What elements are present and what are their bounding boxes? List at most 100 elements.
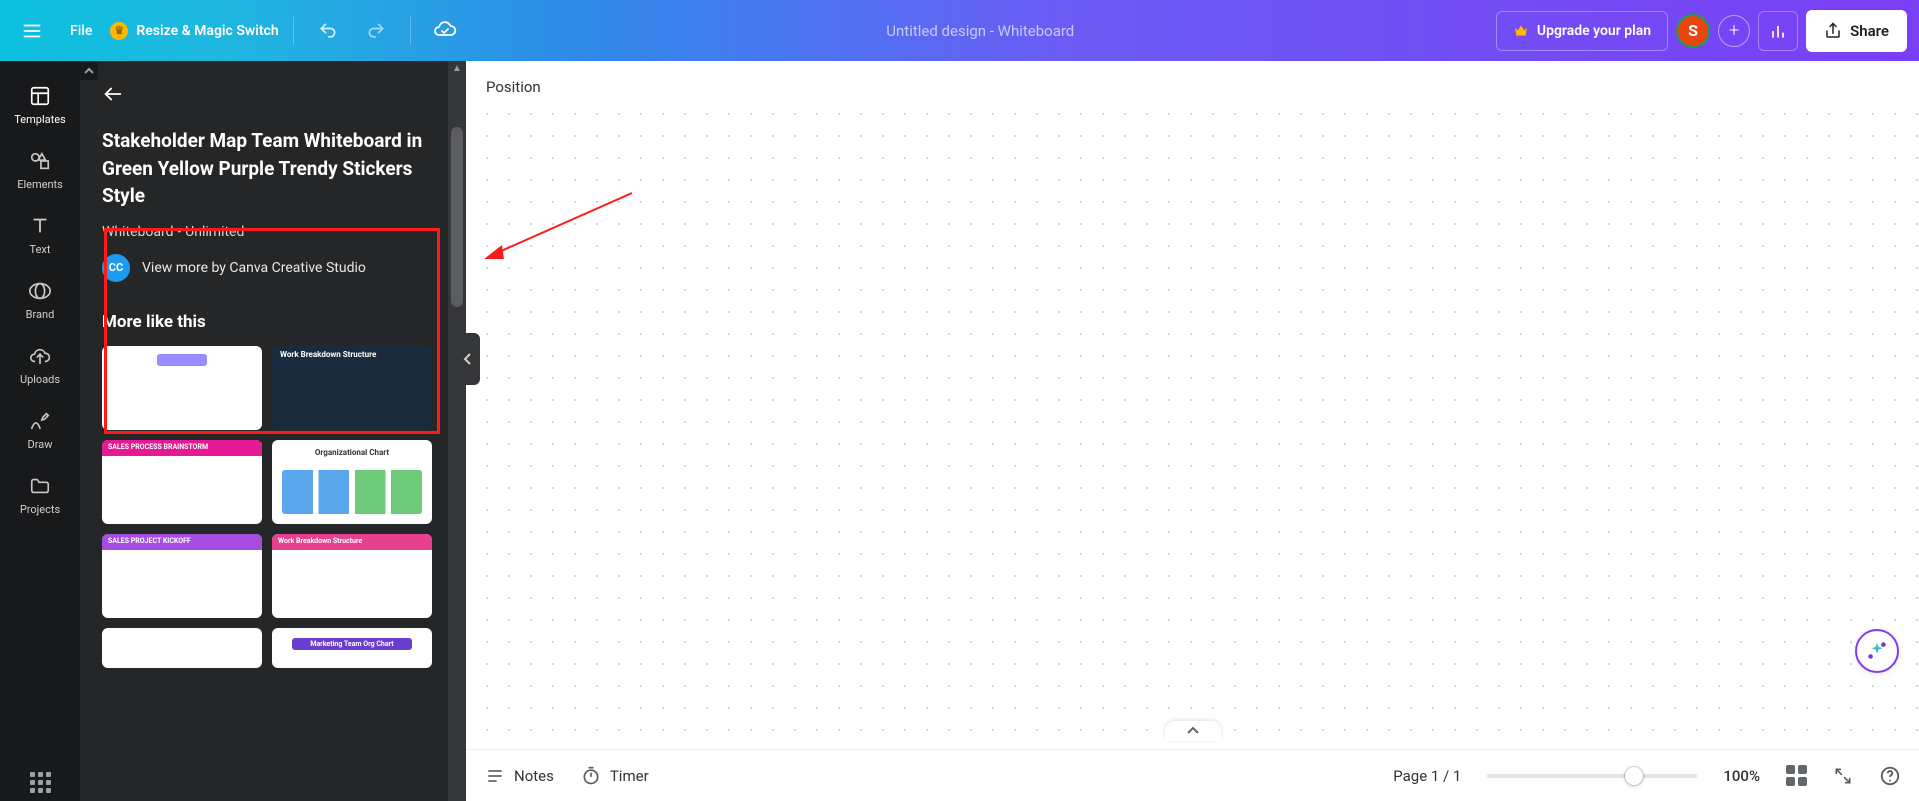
chevron-up-icon: [1186, 726, 1200, 736]
template-thumb[interactable]: Sitemap: [102, 346, 262, 430]
rail-item-uploads[interactable]: Uploads: [0, 333, 80, 398]
help-button[interactable]: [1879, 765, 1901, 787]
grid-icon: [1786, 765, 1807, 786]
notes-icon: [484, 765, 506, 787]
notes-label: Notes: [514, 767, 554, 785]
scroll-up-arrow-icon: ▲: [448, 63, 466, 74]
draw-icon: [29, 410, 51, 432]
redo-icon: [366, 21, 386, 41]
thumb-label: Sitemap: [102, 355, 262, 364]
plus-icon: +: [1729, 20, 1739, 41]
undo-icon: [318, 21, 338, 41]
panel-back-button[interactable]: [80, 61, 466, 105]
hamburger-menu-button[interactable]: [12, 11, 52, 51]
thumb-label: SALES PROJECT KICKOFF: [108, 537, 262, 545]
resize-label: Resize & Magic Switch: [136, 23, 278, 39]
bar-chart-icon: [1768, 21, 1788, 41]
avatar[interactable]: S: [1676, 14, 1710, 48]
notes-button[interactable]: Notes: [484, 765, 554, 787]
thumb-label: Work Breakdown Structure: [280, 350, 432, 359]
expand-icon: [1833, 766, 1853, 786]
uploads-icon: [29, 345, 51, 367]
doc-title-container: Untitled design - Whiteboard: [473, 22, 1488, 40]
author-link[interactable]: CC View more by Canva Creative Studio: [102, 254, 432, 282]
separator: [410, 17, 411, 45]
file-menu-button[interactable]: File: [60, 11, 102, 51]
undo-button[interactable]: [308, 11, 348, 51]
share-button[interactable]: Share: [1806, 10, 1907, 52]
add-member-button[interactable]: +: [1718, 15, 1750, 47]
rail-item-text[interactable]: Text: [0, 203, 80, 268]
rail-label: Templates: [14, 113, 65, 126]
brand-icon: [28, 280, 52, 302]
zoom-slider[interactable]: [1487, 774, 1697, 778]
hamburger-icon: [21, 20, 43, 42]
crown-icon: [1513, 23, 1529, 39]
resize-magic-switch-button[interactable]: ♛ Resize & Magic Switch: [110, 11, 278, 51]
template-thumb[interactable]: Marketing Team Org Chart: [272, 628, 432, 668]
thumb-label: Marketing Team Org Chart: [292, 638, 412, 650]
rail-label: Draw: [28, 438, 53, 451]
timer-label: Timer: [610, 767, 649, 785]
cloud-sync-button[interactable]: [425, 11, 465, 51]
template-thumb[interactable]: Organizational Chart: [272, 440, 432, 524]
rail-label: Brand: [26, 308, 55, 321]
canvas-toolbar: Position: [466, 61, 1919, 113]
share-label: Share: [1850, 22, 1889, 40]
show-pages-button[interactable]: [1165, 721, 1221, 741]
author-text: View more by Canva Creative Studio: [142, 260, 366, 276]
bottom-bar: Notes Timer Page 1 / 1 100%: [466, 749, 1919, 801]
more-like-this-heading: More like this: [102, 312, 432, 332]
rail-item-elements[interactable]: Elements: [0, 138, 80, 203]
rail-label: Text: [30, 243, 51, 256]
chevron-left-icon: [463, 352, 473, 366]
whiteboard[interactable]: [466, 113, 1919, 749]
arrow-left-icon: [102, 83, 124, 105]
separator: [293, 17, 294, 45]
canvas-area: Position Notes Timer Page 1 / 1 100%: [466, 61, 1919, 801]
template-thumb[interactable]: [102, 628, 262, 668]
rail-item-apps[interactable]: [0, 760, 80, 801]
template-thumb[interactable]: SALES PROJECT KICKOFF: [102, 534, 262, 618]
scrollbar-thumb[interactable]: [451, 127, 463, 307]
left-rail: Templates Elements Text Brand Uploads Dr…: [0, 61, 80, 801]
position-button[interactable]: Position: [486, 78, 541, 96]
text-icon: [29, 215, 51, 237]
template-thumb[interactable]: Work Breakdown Structure: [272, 534, 432, 618]
magic-assist-button[interactable]: [1855, 629, 1899, 673]
cloud-check-icon: [433, 19, 457, 43]
zoom-level[interactable]: 100%: [1723, 767, 1760, 785]
rail-item-draw[interactable]: Draw: [0, 398, 80, 463]
chevron-up-icon: [83, 65, 95, 77]
grid-view-button[interactable]: [1786, 765, 1807, 786]
redo-button[interactable]: [356, 11, 396, 51]
share-icon: [1824, 22, 1842, 40]
rail-label: Projects: [20, 503, 60, 516]
folder-icon: [29, 475, 51, 497]
fullscreen-button[interactable]: [1833, 766, 1853, 786]
doc-title[interactable]: Untitled design - Whiteboard: [886, 22, 1074, 40]
template-thumb[interactable]: Work Breakdown Structure: [272, 346, 432, 430]
top-bar: File ♛ Resize & Magic Switch Untitled de…: [0, 0, 1919, 61]
apps-icon: [30, 772, 51, 793]
template-thumb[interactable]: SALES PROCESS BRAINSTORM: [102, 440, 262, 524]
rail-item-projects[interactable]: Projects: [0, 463, 80, 528]
thumb-grid: Sitemap Work Breakdown Structure SALES P…: [102, 346, 432, 678]
rail-item-brand[interactable]: Brand: [0, 268, 80, 333]
timer-button[interactable]: Timer: [580, 765, 649, 787]
zoom-slider-handle[interactable]: [1625, 767, 1643, 785]
rail-resize-nub[interactable]: [80, 62, 98, 80]
templates-icon: [29, 85, 51, 107]
thumb-label: Work Breakdown Structure: [278, 537, 432, 545]
page-count: Page 1 / 1: [1393, 767, 1461, 785]
collapse-panel-button[interactable]: [456, 333, 480, 385]
panel-content: Stakeholder Map Team Whiteboard in Green…: [80, 105, 466, 678]
upgrade-button[interactable]: Upgrade your plan: [1496, 11, 1668, 51]
analytics-button[interactable]: [1758, 11, 1798, 51]
thumb-label: SALES PROCESS BRAINSTORM: [108, 443, 262, 451]
rail-item-templates[interactable]: Templates: [0, 73, 80, 138]
timer-icon: [580, 765, 602, 787]
panel-scrollbar[interactable]: ▲: [448, 61, 466, 801]
author-badge: CC: [102, 254, 130, 282]
rail-label: Elements: [17, 178, 63, 191]
